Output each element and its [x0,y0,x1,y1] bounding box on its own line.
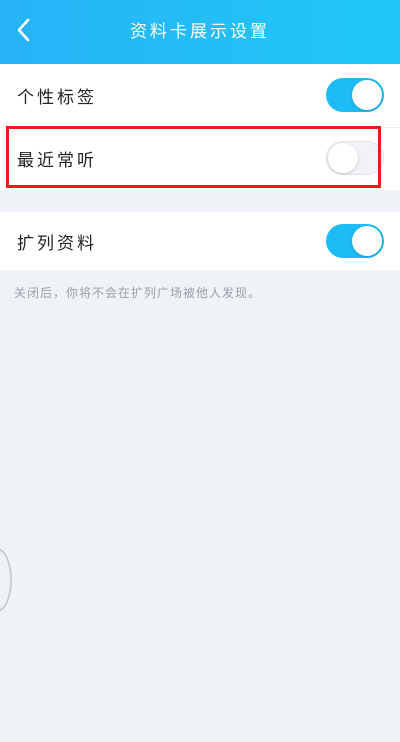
toggle-personal-tags[interactable] [326,78,384,112]
toggle-knob [352,226,382,256]
header-bar: 资料卡展示设置 [0,0,400,64]
setting-label-personal-tags: 个性标签 [17,87,97,108]
toggle-knob [352,80,382,110]
toggle-expand-profile[interactable] [326,224,384,258]
setting-row-expand-profile: 扩列资料 [0,212,400,270]
toggle-knob [328,143,358,173]
hint-text: 关闭后，你将不会在扩列广场被他人发现。 [14,286,262,300]
toggle-recently-listened[interactable] [326,141,384,175]
page-title: 资料卡展示设置 [130,22,270,42]
setting-row-recently-listened: 最近常听 [0,127,400,189]
setting-label-recently-listened: 最近常听 [17,150,97,171]
settings-group-expand: 扩列资料 [0,212,400,270]
setting-label-expand-profile: 扩列资料 [17,233,97,254]
setting-row-personal-tags: 个性标签 [0,64,400,126]
floating-edge-handle [0,548,12,612]
settings-group-display: 个性标签 最近常听 [0,64,400,190]
